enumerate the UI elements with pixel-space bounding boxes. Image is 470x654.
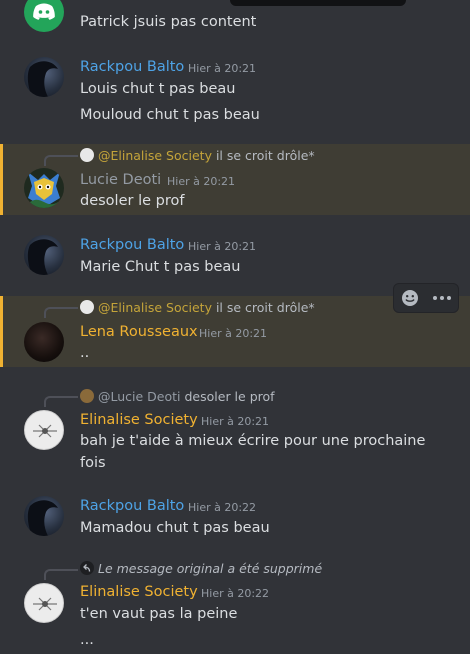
message-text: Marie Chut t pas beau (80, 259, 241, 275)
reply-author[interactable]: @Elinalise Society (98, 148, 212, 163)
username[interactable]: Rackpou Balto (80, 498, 184, 514)
timestamp[interactable]: Hier à 20:22 (188, 501, 256, 514)
reply-arrow-icon (80, 561, 94, 575)
timestamp[interactable]: Hier à 20:21 (188, 62, 256, 75)
username[interactable]: Elinalise Society (80, 412, 198, 428)
reply-spine (44, 569, 78, 580)
reply-text: desoler le prof (184, 389, 275, 404)
emoji-reaction-icon[interactable] (398, 287, 422, 309)
reply-text: Le message original a été supprimé (98, 561, 323, 576)
more-options-icon[interactable] (430, 287, 454, 309)
timestamp[interactable]: Hier à 20:21 (201, 415, 269, 428)
message-text: desoler le prof (80, 193, 185, 209)
timestamp[interactable]: Hier à 20:21 (167, 175, 235, 188)
message-hover-toolbar (393, 283, 459, 313)
discord-logo-icon[interactable] (24, 0, 64, 32)
message-text: bah je t'aide à mieux écrire pour une pr… (80, 433, 426, 449)
reply-text: il se croit drôle* (215, 300, 315, 315)
avatar[interactable] (24, 322, 64, 362)
message-text: .. (80, 345, 90, 361)
message-text: Louis chut t pas beau (80, 81, 236, 97)
message-rackpou-2: Rackpou Balto Hier à 20:21 Marie Chut t … (0, 233, 470, 283)
reply-spine (44, 307, 78, 318)
username[interactable]: Lucie Deoti (80, 172, 161, 188)
reply-preview: Le message original a été supprimé (80, 561, 322, 576)
message-lucie-mention: @Elinalise Society il se croit drôle* Lu… (0, 144, 470, 215)
reply-author[interactable]: @Lucie Deoti (98, 389, 181, 404)
avatar[interactable] (24, 235, 64, 275)
message-text: Patrick jsuis pas content (80, 14, 257, 30)
message-text: Mamadou chut t pas beau (80, 520, 270, 536)
username[interactable]: Elinalise Society (80, 584, 198, 600)
reply-text: il se croit drôle* (215, 148, 315, 163)
reply-preview[interactable]: @Elinalise Society il se croit drôle* (80, 300, 315, 315)
avatar[interactable] (24, 410, 64, 450)
username[interactable]: Lena Rousseaux (80, 324, 198, 340)
reply-author[interactable]: @Elinalise Society (98, 300, 212, 315)
message-rackpou-3: Rackpou Balto Hier à 20:22 Mamadou chut … (0, 494, 470, 544)
timestamp[interactable]: Hier à 20:21 (188, 240, 256, 253)
message-rackpou-1: Rackpou Balto Hier à 20:21 Louis chut t … (0, 55, 470, 135)
message-text: fois (80, 455, 106, 471)
reply-avatar (80, 148, 94, 162)
message-text: Mouloud chut t pas beau (80, 107, 260, 123)
reply-avatar (80, 389, 94, 403)
message-elinalise-2: Le message original a été supprimé Elina… (0, 558, 470, 654)
reply-preview[interactable]: @Elinalise Society il se croit drôle* (80, 148, 315, 163)
reply-avatar (80, 300, 94, 314)
reply-preview[interactable]: @Lucie Deoti desoler le prof (80, 389, 275, 404)
username[interactable]: Rackpou Balto (80, 59, 184, 75)
tooltip-overlay (230, 0, 406, 6)
message-text: ... (80, 632, 94, 648)
username[interactable]: Rackpou Balto (80, 237, 184, 253)
message-text: t'en vaut pas la peine (80, 606, 238, 622)
timestamp[interactable]: Hier à 20:21 (199, 327, 267, 340)
avatar[interactable] (24, 583, 64, 623)
reply-spine (44, 155, 78, 166)
avatar[interactable] (24, 168, 64, 208)
reply-spine (44, 396, 78, 407)
avatar[interactable] (24, 496, 64, 536)
avatar[interactable] (24, 57, 64, 97)
message-elinalise-1: @Lucie Deoti desoler le prof Elinalise S… (0, 385, 470, 480)
timestamp[interactable]: Hier à 20:22 (201, 587, 269, 600)
message-partial: Patrick jsuis pas content (0, 0, 470, 44)
